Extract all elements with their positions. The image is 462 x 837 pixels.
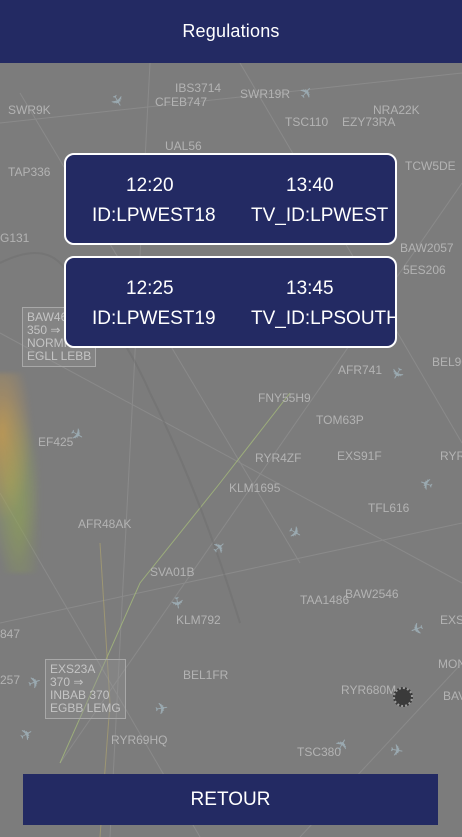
callsign-label: BAV [443, 689, 462, 703]
page-title: Regulations [182, 21, 280, 41]
callsign-label: MON [438, 657, 462, 671]
app-header: Regulations [0, 0, 462, 63]
regulation-end-time: 13:40 [286, 175, 334, 196]
regulation-tv-id: TV_ID:LPSOUTH [251, 308, 397, 329]
flight-route: EGBB LEMG [50, 701, 121, 715]
flight-route: EGLL LEBB [27, 349, 92, 363]
callsign-label: G131 [0, 231, 30, 245]
callsign-label: TSC110 [285, 115, 329, 129]
callsign-label: KLM1695 [229, 481, 281, 495]
regulation-id: ID:LPWEST18 [92, 205, 216, 226]
callsign-label: TAP336 [8, 165, 51, 179]
touch-indicator [393, 687, 413, 707]
callsign-label: 847 [0, 627, 21, 641]
callsign-label: UAL56 [165, 139, 202, 153]
callsign-label: BAW2057 [400, 241, 454, 255]
callsign-label: AFR741 [338, 363, 383, 377]
callsign-label: TCW5DE [405, 159, 456, 173]
callsign-label: BEL90 [432, 355, 462, 369]
weather-overlay [0, 373, 50, 573]
regulation-end-time: 13:45 [286, 278, 334, 299]
regulation-card[interactable]: 12:20 13:40 ID:LPWEST18 TV_ID:LPWEST [64, 153, 397, 245]
callsign-label: TFL616 [368, 501, 410, 515]
regulation-id: ID:LPWEST19 [92, 308, 216, 329]
callsign-label: IBS3714 [175, 81, 222, 95]
callsign-label: TOM63P [316, 413, 364, 427]
callsign-label: RYR69HQ [111, 733, 168, 747]
regulation-card[interactable]: 12:25 13:45 ID:LPWEST19 TV_ID:LPSOUTH [64, 256, 397, 348]
regulation-tv-id: TV_ID:LPWEST [251, 205, 389, 226]
callsign-label: 5ES206 [403, 263, 446, 277]
flight-data-tag[interactable]: EXS23A 370 ⇒ INBAB 370 EGBB LEMG [45, 659, 126, 719]
callsign-label: KLM792 [176, 613, 221, 627]
callsign-label: BEL1FR [183, 668, 229, 682]
callsign-label: RYR4ZF [255, 451, 302, 465]
regulation-start-time: 12:20 [126, 175, 174, 196]
callsign-label: EXS [440, 613, 462, 627]
callsign-label: SWR9K [8, 103, 51, 117]
callsign-label: 257 [0, 673, 21, 687]
callsign-label: BAW2546 [345, 587, 399, 601]
callsign-label: RYR680M [341, 683, 397, 697]
callsign-label: RYR [440, 449, 462, 463]
callsign-label: CFEB747 [155, 95, 208, 109]
callsign-label: EXS91F [337, 449, 382, 463]
callsign-label: EZY73RA [342, 115, 396, 129]
callsign-label: SVA01B [150, 565, 195, 579]
callsign-label: SWR19R [240, 87, 291, 101]
callsign-label: AFR48AK [78, 517, 132, 531]
callsign-label: TAA1486 [300, 593, 350, 607]
regulation-start-time: 12:25 [126, 278, 174, 299]
callsign-label: FNY55H9 [258, 391, 311, 405]
retour-button[interactable]: RETOUR [23, 774, 438, 825]
